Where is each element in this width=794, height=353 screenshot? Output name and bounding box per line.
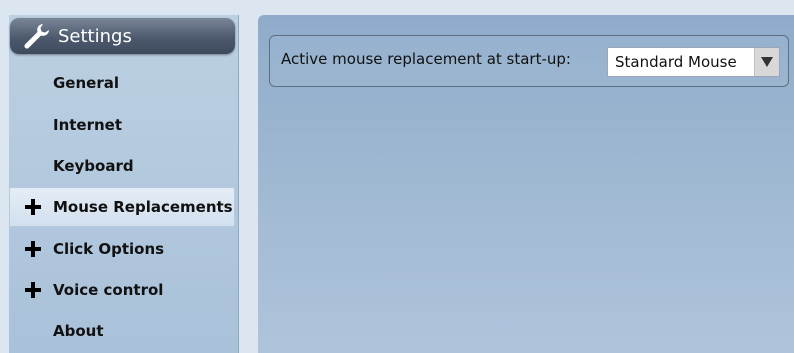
- wrench-icon: [22, 22, 50, 50]
- sidebar-item-keyboard[interactable]: Keyboard: [10, 146, 237, 186]
- startup-mouse-select[interactable]: Standard Mouse: [607, 47, 780, 77]
- sidebar-item-internet[interactable]: Internet: [10, 105, 237, 145]
- expand-plus-icon[interactable]: [22, 238, 44, 260]
- sidebar-item-about[interactable]: About: [10, 311, 237, 351]
- sidebar-item-label: Keyboard: [53, 157, 134, 175]
- expand-plus-icon[interactable]: [22, 196, 44, 218]
- sidebar-item-label: About: [53, 322, 104, 340]
- sidebar-item-label: Voice control: [53, 281, 164, 299]
- sidebar-item-general[interactable]: General: [10, 63, 237, 103]
- sidebar-header: Settings: [10, 18, 235, 54]
- select-value: Standard Mouse: [615, 53, 737, 71]
- expand-plus-icon[interactable]: [22, 279, 44, 301]
- sidebar-title: Settings: [58, 25, 132, 47]
- sidebar-item-label: Internet: [53, 116, 123, 134]
- sidebar-item-label: General: [53, 74, 119, 92]
- sidebar-item-mouse-replacements[interactable]: Mouse Replacements: [9, 187, 235, 227]
- sidebar-item-label: Mouse Replacements: [53, 198, 233, 216]
- sidebar-item-label: Click Options: [53, 240, 165, 258]
- dropdown-arrow-icon[interactable]: [754, 48, 779, 76]
- sidebar-item-click-options[interactable]: Click Options: [10, 229, 237, 269]
- sidebar-item-voice-control[interactable]: Voice control: [10, 270, 237, 310]
- startup-mouse-label: Active mouse replacement at start-up:: [281, 50, 571, 68]
